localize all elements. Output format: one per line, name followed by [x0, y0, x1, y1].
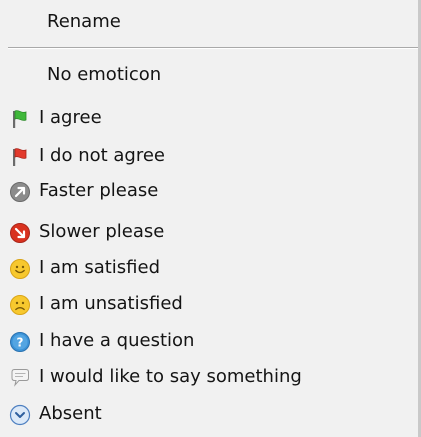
- menu-item-label: I do not agree: [39, 145, 165, 166]
- menu-item-i-do-not-agree[interactable]: I do not agree: [0, 138, 418, 174]
- menu-item-label: Slower please: [39, 221, 165, 242]
- slower-arrow-icon: [9, 222, 31, 244]
- menu-item-i-agree[interactable]: I agree: [0, 100, 418, 136]
- speech-bubble-icon: [9, 367, 31, 389]
- smiley-icon: [9, 258, 31, 280]
- menu-item-i-am-satisfied[interactable]: I am satisfied: [0, 250, 418, 286]
- rename-menu-item[interactable]: Rename: [0, 4, 418, 40]
- menu-item-absent[interactable]: Absent: [0, 396, 418, 432]
- emoticon-context-menu: Rename No emoticon I agree I do not agre…: [0, 0, 421, 437]
- menu-item-i-am-unsatisfied[interactable]: I am unsatisfied: [0, 286, 418, 322]
- menu-item-label: I have a question: [39, 330, 195, 351]
- svg-text:?: ?: [17, 336, 24, 350]
- rename-label: Rename: [47, 11, 121, 32]
- menu-item-label: I would like to say something: [39, 366, 302, 387]
- question-icon: ?: [9, 331, 31, 353]
- faster-arrow-icon: [9, 181, 31, 203]
- sad-face-icon: [9, 294, 31, 316]
- menu-item-label: No emoticon: [47, 64, 162, 85]
- menu-separator: [8, 47, 418, 49]
- green-flag-icon: [9, 108, 31, 130]
- menu-item-slower-please[interactable]: Slower please: [0, 214, 418, 250]
- menu-item-label: Faster please: [39, 180, 159, 201]
- menu-item-label: Absent: [39, 403, 102, 424]
- menu-item-no-emoticon[interactable]: No emoticon: [0, 57, 418, 93]
- menu-item-label: I agree: [39, 107, 102, 128]
- absent-clock-icon: [9, 404, 31, 426]
- menu-item-faster-please[interactable]: Faster please: [0, 173, 418, 209]
- menu-item-i-have-a-question[interactable]: ? I have a question: [0, 323, 418, 359]
- menu-item-label: I am unsatisfied: [39, 293, 183, 314]
- menu-item-i-would-like-to-say-something[interactable]: I would like to say something: [0, 359, 418, 395]
- red-flag-icon: [9, 146, 31, 168]
- menu-item-label: I am satisfied: [39, 257, 160, 278]
